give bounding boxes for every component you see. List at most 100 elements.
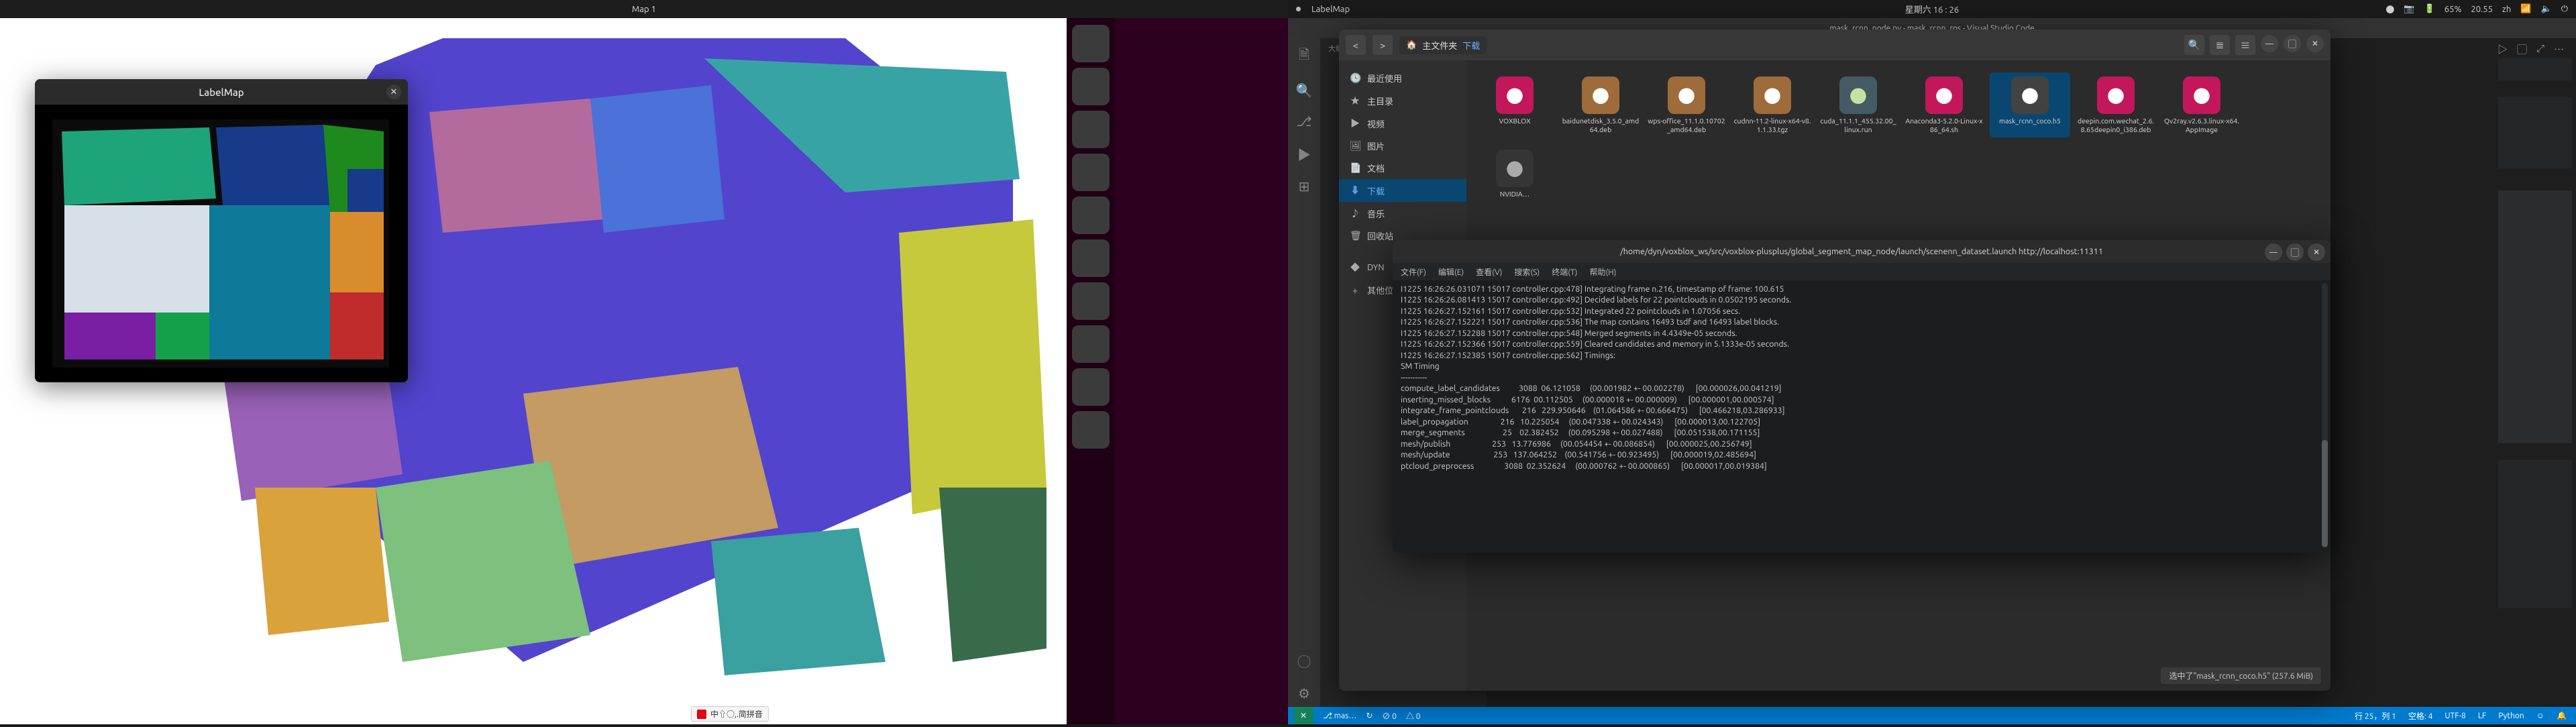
wifi-icon[interactable]: 📶 [2520,4,2531,14]
search-button[interactable]: 🔍 [2184,35,2204,55]
language-mode[interactable]: Python [2498,712,2524,720]
sidebar-item[interactable]: 🖼图片 [1339,135,1466,157]
breadcrumb[interactable]: 🏠 主文件夹 下载 [1399,36,1487,54]
bell-icon[interactable]: 🔔 [2557,711,2567,720]
dock-item[interactable] [1072,111,1110,148]
topbar-app[interactable]: LabelMap [1311,5,1350,14]
account-icon[interactable]: ◯ [1297,651,1311,671]
file-icon: ● [2011,76,2049,114]
remote-indicator[interactable]: ✕ [1293,707,1313,724]
menu-item[interactable]: 文件(F) [1401,266,1426,278]
files-grid[interactable]: ●VOXBLOX●baidunetdisk_3.5.0_amd64.deb●wp… [1474,72,2322,203]
split-icon[interactable]: ▢ [2517,42,2527,56]
dock-item[interactable] [1072,411,1110,449]
sidebar-item[interactable]: ★主目录 [1339,89,1466,112]
dock-item[interactable] [1072,154,1110,191]
file-tile[interactable]: ●baidunetdisk_3.5.0_amd64.deb [1560,72,1641,137]
warnings-count[interactable]: △ 0 [1406,710,1421,722]
gear-icon[interactable]: ⚙ [1298,685,1310,702]
search-icon[interactable]: 🔍 [1296,82,1313,99]
terminal-menubar[interactable]: 文件(F) 编辑(E) 查看(V) 搜索(S) 终端(T) 帮助(H) [1393,263,2330,280]
dock-item[interactable] [1072,325,1110,363]
sidebar-item[interactable]: ⬇下载 [1339,179,1466,202]
crumb-home[interactable]: 主文件夹 [1422,39,1457,52]
vscode-statusbar[interactable]: ✕ ⎇ mas… ↻ ⊘ 0 △ 0 行 25，列 1 空格: 4 UTF-8 … [1288,707,2576,724]
sidebar-item[interactable]: 📄文档 [1339,157,1466,179]
screenshot-icon[interactable]: 📷 [2404,4,2414,14]
battery-icon[interactable]: 🔋 [2424,4,2435,14]
back-button[interactable]: < [1346,35,1366,55]
menu-button[interactable]: ≡ [2235,35,2255,55]
dock[interactable] [1067,18,1115,724]
scrollbar-thumb[interactable] [2322,440,2328,547]
file-tile[interactable]: ●Qv2ray.v2.6.3.linux-x64.AppImage [2161,72,2242,137]
gnome-topbar-right[interactable]: LabelMap 星期六 16 : 26 ● 📷 🔋 65% 20.55 zh … [1288,0,2576,18]
indent[interactable]: 空格: 4 [2408,710,2432,722]
terminal-body[interactable]: I1225 16:26:26.031071 15017 controller.c… [1393,280,2330,553]
lncol[interactable]: 行 25，列 1 [2355,710,2396,722]
dock-item[interactable] [1072,282,1110,320]
crumb-home-icon[interactable]: 🏠 [1406,40,1417,50]
dock-item[interactable] [1072,197,1110,234]
ime-indicator[interactable]: 中⇧○,.简拼音 [691,706,769,722]
labelmap-titlebar[interactable]: LabelMap ✕ [35,79,408,105]
maximize-icon[interactable]: ▢ [2284,35,2301,52]
menu-item[interactable]: 查看(V) [1476,266,1502,278]
errors-count[interactable]: ⊘ 0 [1382,710,1397,722]
power-icon[interactable]: ⏻ [2561,4,2568,14]
extensions-icon[interactable]: ⊞ [1299,178,1310,194]
diff-icon[interactable]: ⤢ [2536,42,2544,56]
crumb-downloads[interactable]: 下载 [1462,39,1480,52]
file-tile[interactable]: ●VOXBLOX [1474,72,1555,137]
sidebar-item[interactable]: ▶视频 [1339,112,1466,135]
sidebar-item[interactable]: ♪音乐 [1339,202,1466,225]
dock-item[interactable] [1072,368,1110,406]
close-icon[interactable]: ✕ [2306,35,2324,52]
sync-icon[interactable]: ↻ [1366,711,1373,720]
more-icon[interactable]: ⋯ [2554,42,2564,56]
vscode-minimap[interactable] [2498,58,2572,608]
terminal-titlebar[interactable]: /home/dyn/voxblox_ws/src/voxblox-plusplu… [1393,240,2330,263]
file-tile[interactable]: ●cuda_11.1.1_455.32.00_linux.run [1818,72,1898,137]
dock-item[interactable] [1072,239,1110,277]
file-tile[interactable]: ●NVIDIA… [1474,146,1555,203]
dock-item[interactable] [1072,25,1110,62]
files-header[interactable]: < > 🏠 主文件夹 下载 🔍 ≣ ≡ — ▢ ✕ [1339,30,2330,60]
close-icon[interactable]: ✕ [2308,243,2325,261]
menu-item[interactable]: 编辑(E) [1438,266,1464,278]
explorer-icon[interactable]: 🗎 [1299,45,1309,68]
menu-item[interactable]: 帮助(H) [1589,266,1616,278]
record-icon[interactable]: ● [2385,3,2394,15]
scm-icon[interactable]: ⎇ [1296,113,1311,129]
close-icon[interactable]: ✕ [386,85,401,99]
dock-item[interactable] [1072,68,1110,105]
file-tile[interactable]: ●wps-office_11.1.0.10702_amd64.deb [1646,72,1727,137]
file-tile[interactable]: ●cudnn-11.2-linux-x64-v8.1.1.33.tgz [1732,72,1813,137]
sidebar-item[interactable]: 🕓最近使用 [1339,67,1466,89]
topbar-date[interactable]: 星期六 16 : 26 [1905,3,1959,15]
vscode-activitybar[interactable]: 🗎 🔍 ⎇ ▶ ⊞ ◯ ⚙ [1288,38,1320,710]
minimize-icon[interactable]: — [2261,35,2278,52]
maximize-icon[interactable]: ▢ [2286,243,2304,261]
file-tile[interactable]: ●deepin.com.wechat_2.6.8.65deepin0_i386.… [2076,72,2156,137]
view-button[interactable]: ≣ [2210,35,2230,55]
menu-item[interactable]: 终端(T) [1552,266,1577,278]
terminal-window[interactable]: /home/dyn/voxblox_ws/src/voxblox-plusplu… [1393,240,2330,553]
feedback-icon[interactable]: ☺ [2536,711,2544,720]
git-branch[interactable]: ⎇ mas… [1323,711,1356,720]
activities-icon[interactable] [1296,7,1301,11]
file-tile[interactable]: ●Anaconda3-5.2.0-Linux-x86_64.sh [1904,72,1984,137]
labelmap-window[interactable]: LabelMap ✕ [35,79,408,382]
file-tile[interactable]: ●mask_rcnn_coco.h5 [1990,72,2070,137]
encoding[interactable]: UTF-8 [2445,712,2465,720]
menu-item[interactable]: 搜索(S) [1514,266,1540,278]
debug-icon[interactable]: ▶ [1297,144,1311,164]
volume-icon[interactable]: 🔈 [2541,4,2552,14]
eol[interactable]: LF [2478,712,2486,720]
editor-actions[interactable]: ▷ ▢ ⤢ ⋯ [2498,42,2564,56]
lang-zh[interactable]: zh [2502,5,2511,14]
forward-button[interactable]: > [1373,35,1393,55]
run-icon[interactable]: ▷ [2498,42,2508,56]
labelmap-canvas[interactable] [35,105,408,382]
minimize-icon[interactable]: — [2265,243,2282,261]
